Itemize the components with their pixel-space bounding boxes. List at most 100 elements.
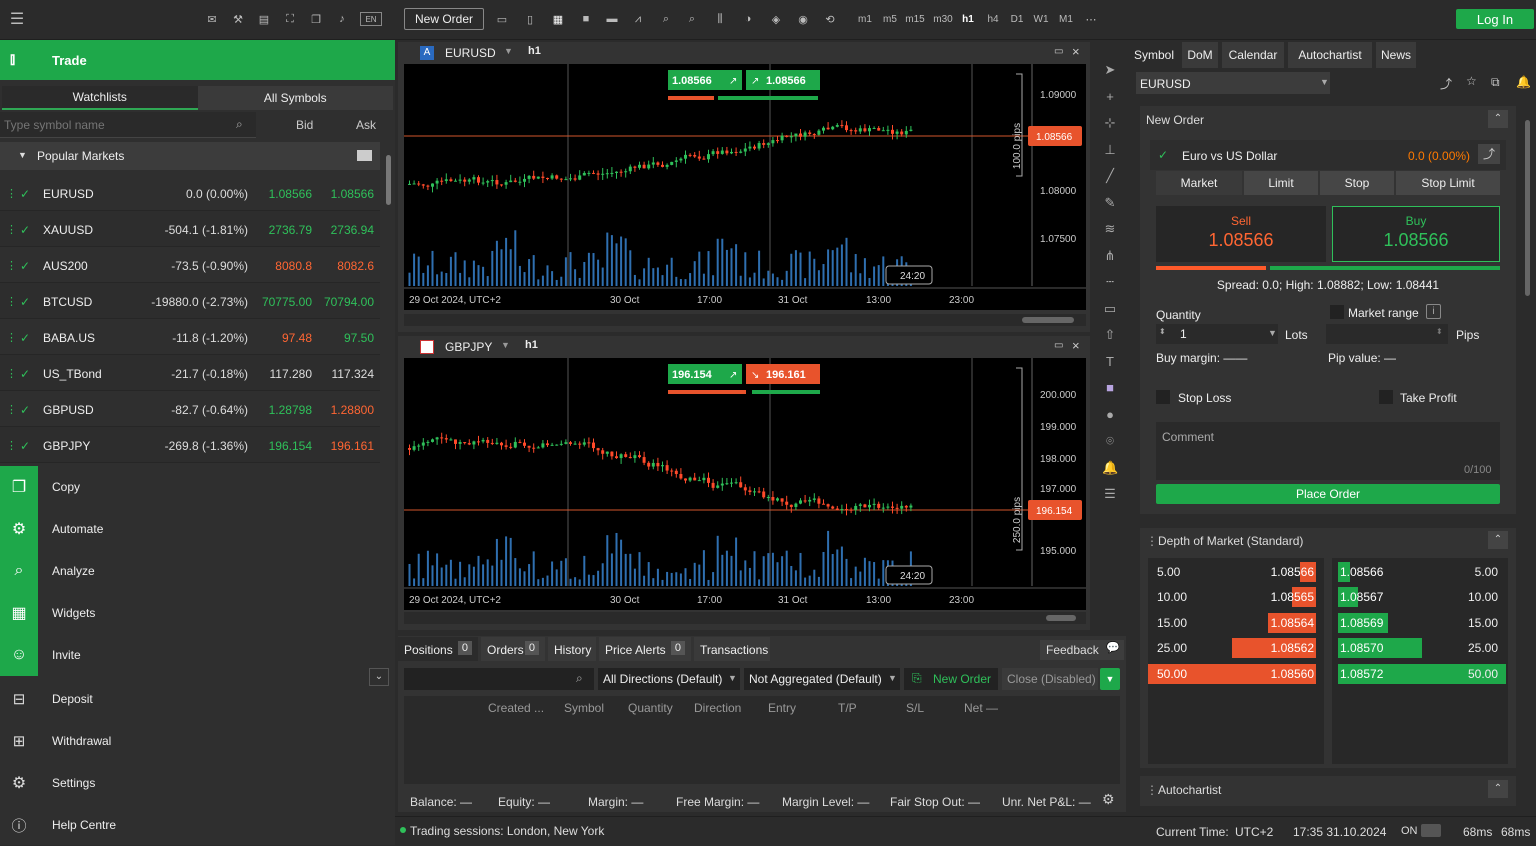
collapse-icon[interactable]: ⌃ [1488,531,1508,549]
row-bid[interactable]: 1.28798 [269,403,312,417]
symbol-dropdown-icon[interactable]: ▼ [504,46,513,56]
cursor-icon[interactable]: ➤ [1102,62,1118,78]
settings-gear-icon[interactable]: ⚙ [1102,791,1115,808]
chart-eurusd-scrollbar[interactable] [404,314,1086,326]
row-ask[interactable]: 1.28800 [331,403,374,417]
row-ask[interactable]: 117.324 [332,367,375,381]
timeframe-m30[interactable]: m30 [933,8,953,30]
positions-new-order-button[interactable]: ⎘ New Order [904,668,998,690]
nav-invite[interactable]: ☺ Invite [0,634,395,676]
dom-buy-row[interactable]: 1.08566 5.00 [1332,562,1508,582]
drag-handle-icon[interactable]: ⋮ [6,403,17,416]
symbol-select[interactable]: EURUSD ▼ [1136,72,1330,94]
timeframe[interactable]: h1 [528,45,541,57]
row-bid[interactable]: 117.280 [270,367,313,381]
position-icon[interactable]: ⊥ [1102,142,1118,158]
nav-widgets[interactable]: ▦ Widgets [0,592,395,634]
collapse-icon[interactable]: ⌃ [1488,110,1508,128]
alert-icon[interactable]: 🔔 [1102,460,1118,476]
timeframe-M1[interactable]: M1 [1056,8,1076,30]
symbol-dropdown-icon[interactable]: ▼ [501,340,510,350]
pitchfork-icon[interactable]: ⋔ [1102,248,1118,264]
tab-news[interactable]: News [1376,42,1416,68]
info-icon[interactable]: i [1426,304,1441,319]
tab-transactions[interactable]: Transactions [694,637,770,661]
sound-icon[interactable]: ♪ [334,8,350,30]
column-header[interactable]: Entry [768,701,796,715]
maximize-icon[interactable]: ▭ [1054,46,1063,57]
list-view-icon[interactable] [357,150,372,161]
drag-handle-icon[interactable]: ⋮ [6,439,17,452]
watchlist-row[interactable]: ⋮ ✓ GBPUSD -82.7 (-0.64%) 1.28798 1.28800 [0,391,380,427]
pen-icon[interactable]: ✎ [1102,195,1118,211]
stop-loss-checkbox[interactable] [1156,390,1170,404]
fullscreen-icon[interactable]: ⛶ [282,8,298,30]
quick-trade-buttons[interactable]: 196.154 ↗ ↘ 196.161 [668,364,820,384]
ruler-icon[interactable]: ┄ [1102,274,1118,290]
chart-symbol[interactable]: GBPJPY [445,340,492,354]
timeframe-m5[interactable]: m5 [880,8,900,30]
chart-type-icon[interactable]: ⩘ [630,8,646,30]
timeframe-h4[interactable]: h4 [983,8,1003,30]
arrow-icon[interactable]: ⇧ [1102,327,1118,343]
tab-dom[interactable]: DoM [1182,42,1218,68]
chart-symbol[interactable]: EURUSD [445,46,496,60]
dom-buy-row[interactable]: 1.08569 15.00 [1332,612,1508,633]
row-bid[interactable]: 70775.00 [262,295,312,309]
collapse-icon[interactable]: ⌃ [1488,780,1508,798]
timeframe-h1[interactable]: h1 [958,8,978,30]
language-button[interactable]: EN [360,12,382,26]
chart-icon[interactable]: ⧉ [1491,75,1500,90]
share-icon[interactable]: ⤴ [1478,144,1500,164]
nav-copy[interactable]: ❐ Copy [0,466,395,508]
close-dropdown-icon[interactable]: ▼ [1100,668,1120,690]
tab-orders[interactable]: Orders 0 [481,637,545,661]
drag-handle-icon[interactable]: ⋮ [1146,783,1158,797]
indicators-icon[interactable]: ⫼ [712,8,728,30]
row-ask[interactable]: 196.161 [331,439,374,453]
chart-eurusd[interactable]: 1.090001.085001.080001.075001.08566100.0… [404,64,1086,310]
drag-handle-icon[interactable]: ⋮ [6,187,17,200]
row-bid[interactable]: 97.48 [282,331,312,345]
feedback-button[interactable]: Feedback 💬 [1040,640,1124,660]
split-chart-icon[interactable]: ▬ [604,8,620,30]
nav-settings[interactable]: ⚙ Settings [0,762,395,804]
dom-buy-row[interactable]: 1.08570 25.00 [1332,638,1508,659]
cbot-icon[interactable]: ◑ [740,8,756,30]
drag-handle-icon[interactable]: ⋮ [6,331,17,344]
timezone-select[interactable]: UTC+2 [1235,825,1273,839]
order-type-limit[interactable]: Limit [1244,171,1318,195]
watchlist-scrollbar[interactable] [385,145,393,457]
share-icon[interactable]: ⤴ [1440,75,1452,92]
dom-sell-row[interactable]: 15.00 1.08564 [1148,612,1324,633]
symbol-search-input[interactable] [4,116,224,134]
star-icon[interactable]: ☆ [1466,74,1477,88]
dom-sell-row[interactable]: 50.00 1.08560 [1148,663,1324,684]
fib-icon[interactable]: ≋ [1102,221,1118,237]
zoom-in-icon[interactable]: ⌕ [658,8,674,30]
dom-buy-row[interactable]: 1.08572 50.00 [1332,663,1508,684]
watchlist-row[interactable]: ⋮ ✓ BTCUSD -19880.0 (-2.73%) 70775.00 70794.0… [0,283,380,319]
quantity-stepper[interactable]: ⬍ 1 ▼ [1156,324,1278,344]
order-type-stop[interactable]: Stop [1320,171,1394,195]
drag-handle-icon[interactable]: ⋮ [6,259,17,272]
column-header[interactable]: Created ... [488,701,544,715]
nav-automate[interactable]: ⚙ Automate [0,508,395,550]
row-bid[interactable]: 2736.79 [269,223,312,237]
timeframe-m1[interactable]: m1 [855,8,875,30]
layout-icon[interactable]: ▭ [494,8,510,30]
drag-handle-icon[interactable]: ⋮ [6,295,17,308]
crosshair-icon[interactable]: + [1102,89,1118,104]
panel-icon[interactable]: ▯ [522,8,538,30]
column-header[interactable]: Symbol [564,701,604,715]
column-header[interactable]: Net — [964,701,998,715]
timeframe[interactable]: h1 [525,339,538,351]
close-icon[interactable]: × [1072,44,1080,59]
tab-watchlists[interactable]: Watchlists [2,86,198,110]
dom-sell-row[interactable]: 10.00 1.08565 [1148,587,1324,608]
sell-button[interactable]: Sell 1.08566 [1156,206,1326,262]
color-icon[interactable]: ■ [1102,380,1118,395]
drag-handle-icon[interactable]: ⋮ [6,223,17,236]
right-panel-scrollbar[interactable] [1524,120,1532,810]
column-header[interactable]: T/P [838,701,857,715]
